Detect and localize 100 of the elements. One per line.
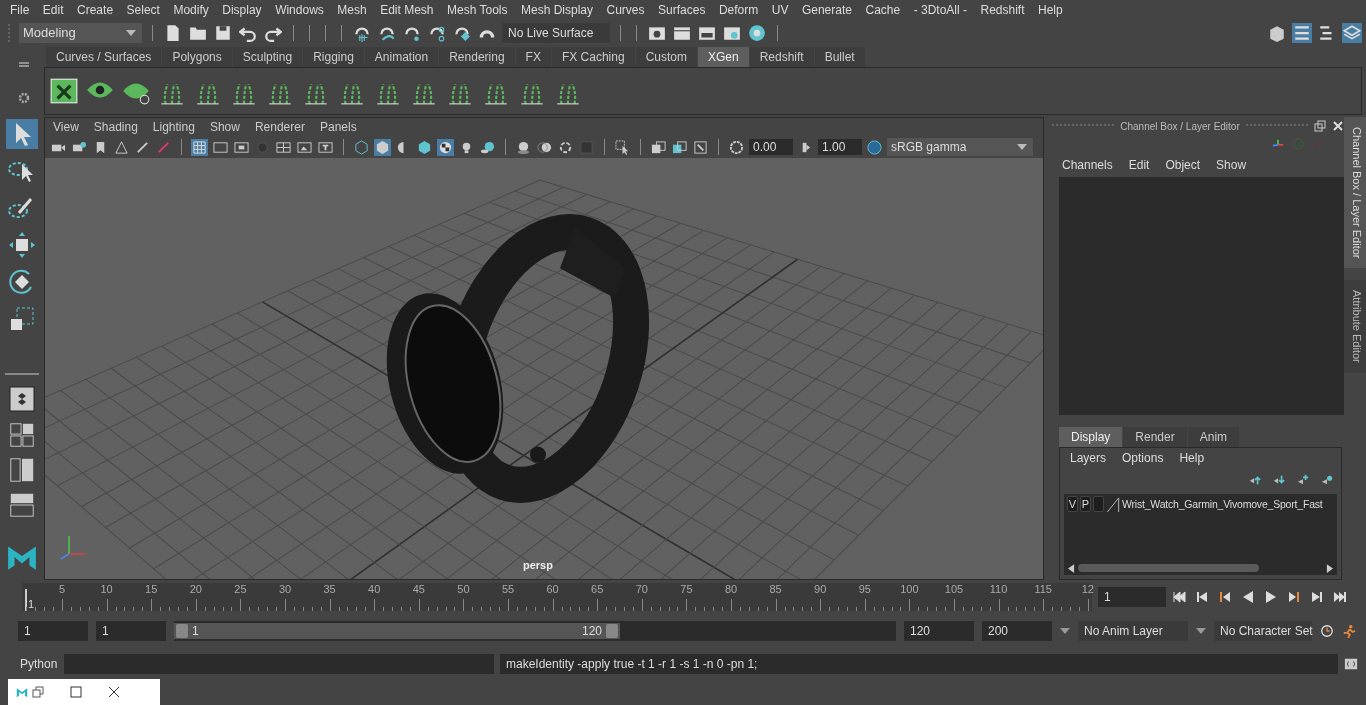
menu-item[interactable]: Mesh Tools — [447, 3, 508, 17]
current-frame-field[interactable]: 1 — [1098, 587, 1166, 607]
shelf-tab[interactable]: Polygons — [162, 47, 232, 67]
aperture-icon[interactable] — [728, 138, 745, 156]
grid-icon[interactable] — [191, 138, 208, 156]
live-surface-field[interactable]: No Live Surface — [502, 22, 610, 43]
spreadsheet-x-icon[interactable] — [49, 76, 79, 106]
layer-menu[interactable]: Options — [1122, 451, 1164, 465]
menu-item[interactable]: Edit Mesh — [380, 3, 434, 17]
play-backward-icon[interactable] — [1241, 590, 1255, 604]
panel-menu[interactable]: Shading — [93, 120, 138, 134]
settings-icon[interactable] — [18, 92, 30, 104]
menu-item[interactable]: Surfaces — [658, 3, 706, 17]
menu-item[interactable]: UV — [771, 3, 789, 17]
menu-item[interactable]: File — [10, 3, 30, 17]
menu-item[interactable]: - 3DtoAll - — [913, 3, 967, 17]
current-time-marker[interactable] — [25, 589, 27, 611]
playback-toggle[interactable]: P — [1080, 496, 1091, 512]
image-plane-icon[interactable] — [113, 138, 130, 156]
previous-key-icon[interactable] — [1218, 590, 1232, 604]
shelf-tab[interactable]: Redshift — [749, 47, 814, 67]
menu-item[interactable]: Mesh — [337, 3, 367, 17]
side-tab[interactable]: Channel Box / Layer Editor — [1344, 117, 1366, 269]
menu-item[interactable]: Windows — [275, 3, 324, 17]
step-back-icon[interactable] — [1195, 590, 1209, 604]
menu-item[interactable]: Create — [77, 3, 114, 17]
menu-item[interactable]: Mesh Display — [521, 3, 594, 17]
color-space-dropdown[interactable]: sRGB gamma — [887, 138, 1033, 156]
layer-editor-tab[interactable]: Display — [1059, 427, 1123, 447]
side-tab[interactable]: Attribute Editor — [1344, 280, 1366, 374]
end-time-field[interactable]: 200 — [982, 621, 1052, 641]
go-to-start-icon[interactable] — [1172, 590, 1186, 604]
layer-menu[interactable]: Layers — [1070, 451, 1107, 465]
menu-item[interactable]: Cache — [865, 3, 901, 17]
shelf-tab[interactable]: Curves / Surfaces — [46, 47, 162, 67]
menu-item[interactable]: Select — [126, 3, 160, 17]
channel-box-menu[interactable]: Object — [1165, 158, 1201, 172]
scroll-right-icon[interactable] — [1326, 563, 1333, 573]
menu-item[interactable]: Curves — [606, 3, 645, 17]
exposure-field[interactable]: 0.00 — [749, 139, 793, 155]
panel-menu[interactable]: View — [53, 120, 79, 134]
single-view-layout-icon[interactable] — [6, 384, 38, 414]
display-type-toggle[interactable] — [1093, 496, 1104, 512]
scroll-left-icon[interactable] — [1068, 563, 1075, 573]
panel-menu[interactable]: Panels — [319, 120, 357, 134]
shelf-tab[interactable]: Rigging — [303, 47, 364, 67]
float-window-icon[interactable] — [1314, 120, 1326, 132]
visibility-toggle[interactable]: V — [1067, 496, 1078, 512]
layers-icon[interactable] — [1342, 22, 1362, 43]
shelf-tab[interactable]: Animation — [364, 47, 439, 67]
menu-item[interactable]: Display — [222, 3, 262, 17]
menu-item[interactable]: Edit — [42, 3, 64, 17]
layer-editor-tab[interactable]: Render — [1123, 427, 1187, 447]
playback-start-field[interactable]: 1 — [96, 621, 166, 641]
shelf-tab[interactable]: FX — [515, 47, 551, 67]
panel-menu[interactable]: Renderer — [254, 120, 305, 134]
menu-item[interactable]: Generate — [801, 3, 852, 17]
scrollbar-thumb[interactable] — [1078, 564, 1260, 572]
channel-box-menu[interactable]: Edit — [1128, 158, 1150, 172]
range-start-handle[interactable] — [176, 624, 188, 638]
range-slider-bar[interactable]: 1 120 — [174, 623, 620, 639]
shelf-tab[interactable]: Custom — [635, 47, 697, 67]
move-layer-down-icon[interactable] — [1273, 474, 1285, 486]
running-figure-icon[interactable] — [1342, 624, 1356, 638]
hypershade-icon[interactable] — [747, 22, 767, 43]
step-forward-icon[interactable] — [1310, 590, 1324, 604]
menu-item[interactable]: Deform — [718, 3, 759, 17]
layer-color-swatch-icon[interactable] — [1106, 495, 1120, 513]
time-slider[interactable]: 1 5 10 15 20 25 30 35 40 45 50 55 60 65 70 75 80 85 90 95 100 105 110 115 12 — [22, 583, 1092, 611]
go-to-end-icon[interactable] — [1333, 590, 1347, 604]
menu-item[interactable]: Help — [1038, 3, 1063, 17]
character-set-field[interactable]: No Character Set — [1214, 621, 1312, 641]
xray-icon[interactable] — [650, 138, 667, 156]
script-editor-icon[interactable] — [1344, 657, 1358, 671]
new-layer-icon[interactable] — [1297, 474, 1309, 486]
textured-cube-icon[interactable] — [416, 138, 433, 156]
maximize-icon[interactable] — [70, 686, 82, 698]
layer-editor-tab[interactable]: Anim — [1187, 427, 1240, 447]
channel-box-menu[interactable]: Show — [1216, 158, 1247, 172]
playback-end-field[interactable]: 120 — [904, 621, 974, 641]
menu-item[interactable]: Redshift — [980, 3, 1025, 17]
shaded-cube-icon[interactable] — [374, 138, 391, 156]
wireframe-cube-icon[interactable] — [353, 138, 370, 156]
caret-icon[interactable] — [1060, 628, 1070, 634]
shelf-tab[interactable]: Rendering — [439, 47, 515, 67]
attribute-list-icon[interactable] — [1292, 22, 1312, 43]
layer-name[interactable]: Wrist_Watch_Garmin_Vivomove_Sport_Fast — [1122, 498, 1323, 510]
anim-prefs-clock-icon[interactable] — [1320, 624, 1334, 638]
layer-menu[interactable]: Help — [1179, 451, 1205, 465]
menu-item[interactable]: Modify — [173, 3, 209, 17]
next-key-icon[interactable] — [1287, 590, 1301, 604]
move-layer-up-icon[interactable] — [1249, 474, 1261, 486]
workspace-dropdown[interactable]: Modeling — [19, 22, 142, 43]
close-icon[interactable] — [108, 686, 120, 698]
xray-active-icon[interactable] — [671, 138, 688, 156]
xray-joints-icon[interactable] — [692, 138, 709, 156]
shelf-tab[interactable]: FX Caching — [551, 47, 635, 67]
play-icon[interactable] — [1264, 590, 1278, 604]
new-layer-selected-icon[interactable] — [1321, 474, 1333, 486]
channel-box-menu[interactable]: Channels — [1062, 158, 1113, 172]
